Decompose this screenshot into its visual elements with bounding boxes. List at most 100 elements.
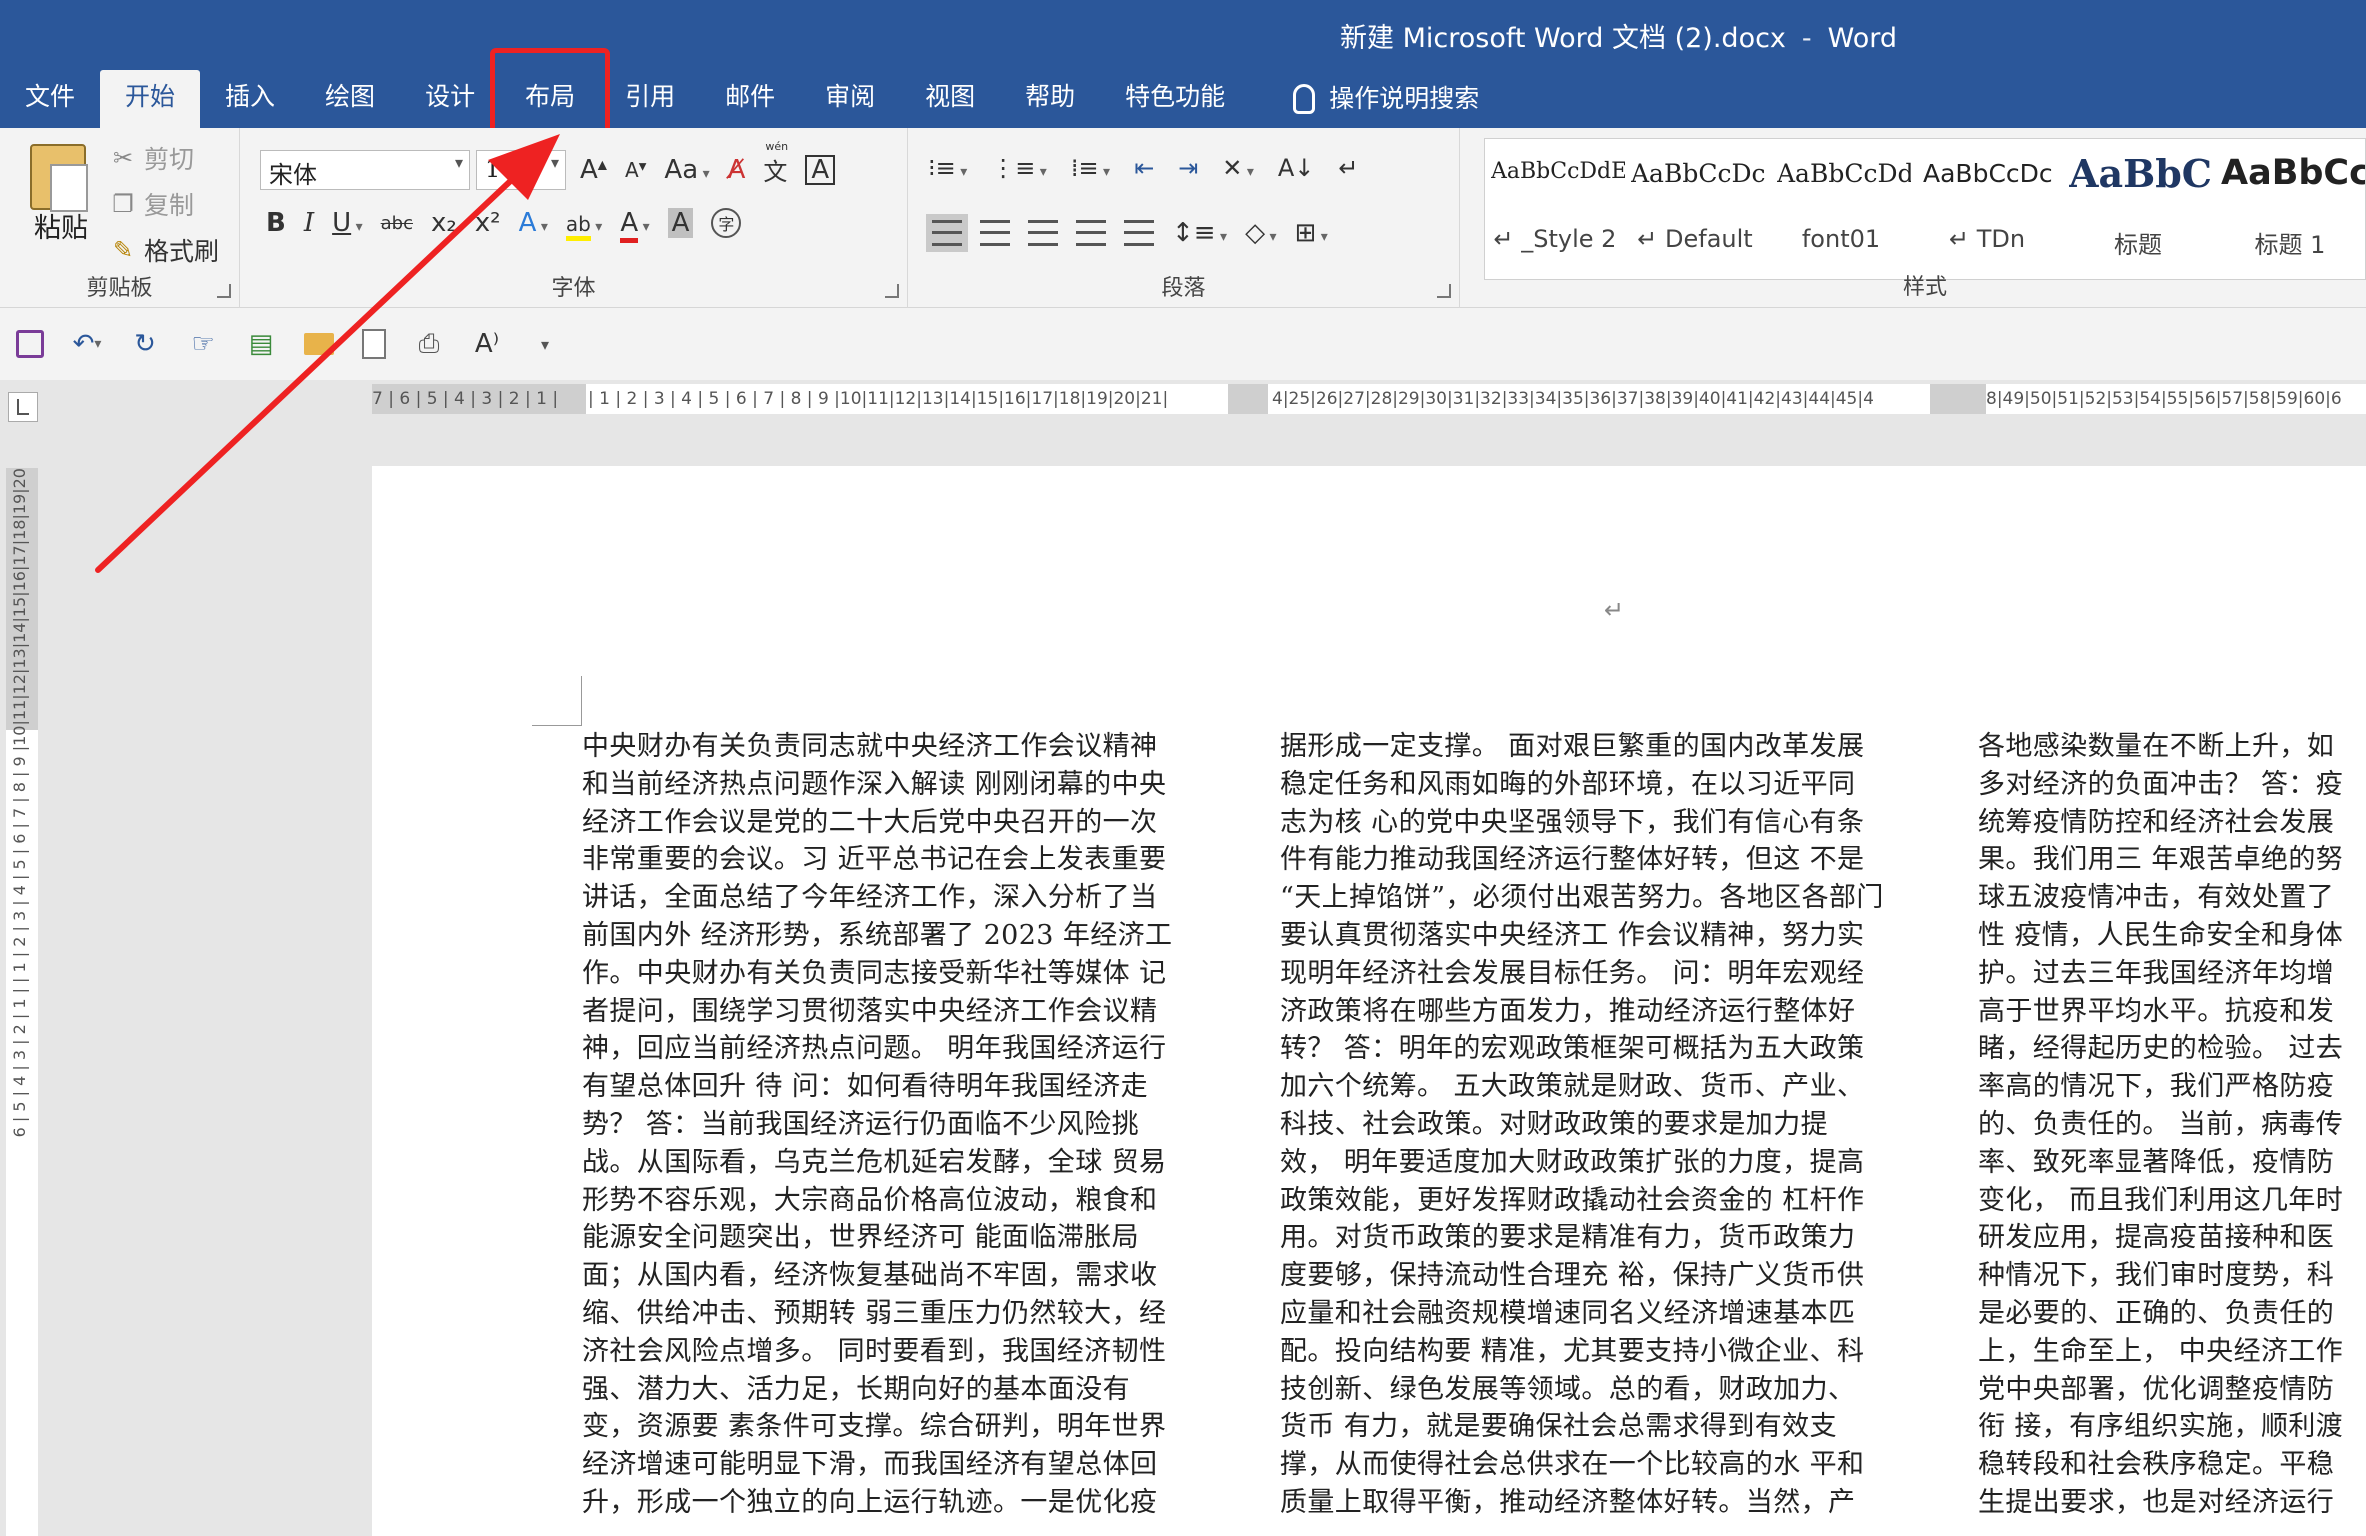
strikethrough-button[interactable]: abc (381, 213, 413, 234)
align-right-icon[interactable] (1028, 220, 1058, 246)
style-item-default[interactable]: AaBbCcDc ↵ Default (1625, 139, 1765, 279)
save-as-icon[interactable]: ▤ (246, 329, 276, 359)
clear-formatting-icon[interactable]: A̸ (728, 155, 746, 185)
grow-font-icon[interactable]: A▲ (580, 155, 607, 185)
text-line: 有望总体回升 待 问：如何看待明年我国经济走 (582, 1071, 1148, 1103)
phonetic-guide-icon[interactable]: wén 文 (763, 140, 788, 187)
text-line: 中央财办有关负责同志就中央经济工作会议精神 (582, 731, 1158, 762)
show-marks-icon[interactable]: ↵ (1338, 154, 1358, 182)
ribbon-tabs: 文件 开始 插入 绘图 设计 布局 引用 邮件 审阅 视图 帮助 特色功能 操作… (0, 48, 1504, 138)
line-spacing-icon[interactable]: ↕≡ ▾ (1172, 218, 1227, 248)
paste-icon[interactable] (30, 144, 88, 212)
text-line: 面；从国内看，经济恢复基础尚不牢固，需求收 (582, 1260, 1158, 1292)
touch-mode-icon[interactable]: ☞ (188, 329, 218, 359)
subscript-button[interactable]: x₂ (431, 208, 457, 238)
tab-design[interactable]: 设计 (400, 70, 500, 128)
font-name-box[interactable]: 宋体 ▾ (260, 150, 470, 190)
text-line: 势？ 答：当前我国经济运行仍面临不少风险挑 (582, 1108, 1139, 1140)
chevron-down-icon: ▾ (454, 153, 463, 172)
margin-crop-mark (532, 676, 582, 726)
paintbrush-icon: ✎ (112, 236, 134, 264)
text-line: 衔 接，有序组织实施，顺利渡 (1978, 1411, 2344, 1443)
open-folder-icon[interactable] (304, 333, 334, 355)
vertical-ruler[interactable]: 6 | 5 | 4 | 3 | 2 | 1 | | 1 | 2 | 3 | 4 … (6, 468, 38, 1536)
font-launcher-icon[interactable] (885, 284, 899, 298)
character-border-icon[interactable]: A (805, 154, 836, 185)
undo-icon[interactable]: ↶ ▾ (72, 329, 102, 359)
text-line: 作。中央财办有关负责同志接受新华社等媒体 记 (582, 957, 1167, 989)
redo-icon[interactable]: ↻ (130, 329, 160, 359)
style-item-font01[interactable]: AaBbCcDd font01 (1771, 139, 1911, 279)
save-icon[interactable] (16, 330, 44, 358)
read-aloud-icon[interactable]: A⁾ (472, 329, 502, 359)
align-left-icon[interactable] (926, 214, 968, 252)
font-size-box[interactable]: 10 ▾ (476, 150, 566, 190)
numbering-icon[interactable]: ⋮≡ ▾ (991, 154, 1047, 182)
text-column-2[interactable]: 据形成一定支撑。 面对艰巨繁重的国内改革发展 稳定任务和风雨如晦的外部环境，在以… (1280, 728, 1910, 1522)
text-line: 是必要的、正确的、负责任的 (1978, 1297, 2335, 1329)
text-column-1[interactable]: 中央财办有关负责同志就中央经济工作会议精神 和当前经济热点问题作深入解读 刚刚闭… (582, 728, 1212, 1522)
tab-help[interactable]: 帮助 (1000, 70, 1100, 128)
justify-icon[interactable] (1076, 220, 1106, 246)
font-color-icon[interactable]: A ▾ (620, 208, 650, 243)
copy-button[interactable]: ❐ 复制 (110, 186, 194, 222)
paste-button[interactable]: 粘贴 (34, 206, 88, 245)
italic-button[interactable]: I (304, 208, 314, 238)
font-row-2: B I U ▾ abc x₂ x² A ▾ ab ▾ A ▾ A 字 (266, 208, 742, 243)
tab-review[interactable]: 审阅 (800, 70, 900, 128)
text-line: 率、致死率显著降低，疫情防 (1978, 1146, 2335, 1178)
multilevel-list-icon[interactable]: ⁞≡ ▾ (1071, 154, 1110, 182)
tab-mailings[interactable]: 邮件 (700, 70, 800, 128)
clipboard-group: 粘贴 ✂ 剪切 ❐ 复制 ✎ 格式刷 剪贴板 (0, 128, 240, 308)
decrease-indent-icon[interactable]: ⇤ (1134, 154, 1154, 182)
underline-button[interactable]: U ▾ (332, 208, 363, 238)
chinese-layout-icon[interactable]: ✕ ▾ (1222, 154, 1254, 182)
enclose-characters-icon[interactable]: 字 (711, 208, 742, 238)
tab-view[interactable]: 视图 (900, 70, 1000, 128)
clipboard-label: 剪贴板 (86, 276, 153, 301)
tab-layout[interactable]: 布局 (490, 48, 611, 138)
ruler-column-gap-1 (1228, 384, 1268, 414)
increase-indent-icon[interactable]: ⇥ (1178, 154, 1198, 182)
paragraph-launcher-icon[interactable] (1437, 284, 1451, 298)
text-line: “天上掉馅饼”，必须付出艰苦努力。各地区各部门 (1280, 882, 1884, 914)
new-document-icon[interactable] (362, 329, 386, 359)
tab-file[interactable]: 文件 (0, 70, 100, 128)
align-center-icon[interactable] (980, 220, 1010, 246)
print-preview-icon[interactable]: ⎙ (414, 329, 444, 359)
tab-references[interactable]: 引用 (600, 70, 700, 128)
borders-icon[interactable]: ⊞ ▾ (1295, 218, 1328, 248)
highlight-color-icon[interactable]: ab ▾ (565, 208, 602, 241)
document-page[interactable]: ↵ 中央财办有关负责同志就中央经济工作会议精神 和当前经济热点问题作深入解读 刚… (372, 466, 2366, 1536)
tab-special-features[interactable]: 特色功能 (1100, 70, 1250, 128)
bullets-icon[interactable]: ⁝≡ ▾ (928, 154, 967, 182)
paragraph-row-2: ↕≡ ▾ ◇ ▾ ⊞ ▾ (926, 214, 1328, 252)
format-painter-button[interactable]: ✎ 格式刷 (110, 232, 219, 268)
customize-qat-icon[interactable]: ▾ (530, 329, 560, 359)
title-bar: 新建 Microsoft Word 文档 (2).docx - Word 文件 开始… (0, 0, 2366, 138)
shrink-font-icon[interactable]: A▼ (625, 158, 646, 182)
paragraph-mark-icon: ↵ (1604, 596, 1625, 624)
tell-me-search[interactable]: 操作说明搜索 (1268, 70, 1504, 128)
style-item-style2[interactable]: AaBbCcDdE ↵ _Style 2 (1485, 139, 1625, 279)
tab-selector-icon[interactable] (8, 392, 38, 422)
shading-icon[interactable]: ◇ ▾ (1245, 218, 1276, 248)
distributed-icon[interactable] (1124, 220, 1154, 246)
tab-draw[interactable]: 绘图 (300, 70, 400, 128)
sort-icon[interactable]: A↓ (1278, 154, 1315, 182)
text-effects-icon[interactable]: A ▾ (519, 208, 548, 238)
tab-insert[interactable]: 插入 (200, 70, 300, 128)
font-group: 宋体 ▾ 10 ▾ A▲ A▼ Aa ▾ A̸ wén 文 A B I U ▾ abc… (240, 128, 908, 308)
change-case-button[interactable]: Aa ▾ (664, 155, 709, 185)
superscript-button[interactable]: x² (475, 208, 501, 238)
horizontal-ruler[interactable]: 7 | 6 | 5 | 4 | 3 | 2 | 1 | | 1 | 2 | 3 … (0, 380, 2366, 430)
clipboard-launcher-icon[interactable] (217, 284, 231, 298)
tab-home[interactable]: 开始 (100, 70, 201, 128)
character-shading-icon[interactable]: A (667, 208, 694, 238)
style-item-heading1[interactable]: AaBbCc 标题 1 (2215, 139, 2365, 279)
cut-button[interactable]: ✂ 剪切 (110, 140, 194, 176)
style-item-tdn[interactable]: AaBbCcDc ↵ TDn (1917, 139, 2057, 279)
style-item-title[interactable]: AaBbC 标题 (2063, 139, 2213, 279)
bold-button[interactable]: B (266, 208, 286, 238)
text-column-3[interactable]: 各地感染数量在不断上升，如 多对经济的负面冲击？ 答：疫 统筹疫情防控和经济社会… (1978, 728, 2358, 1522)
